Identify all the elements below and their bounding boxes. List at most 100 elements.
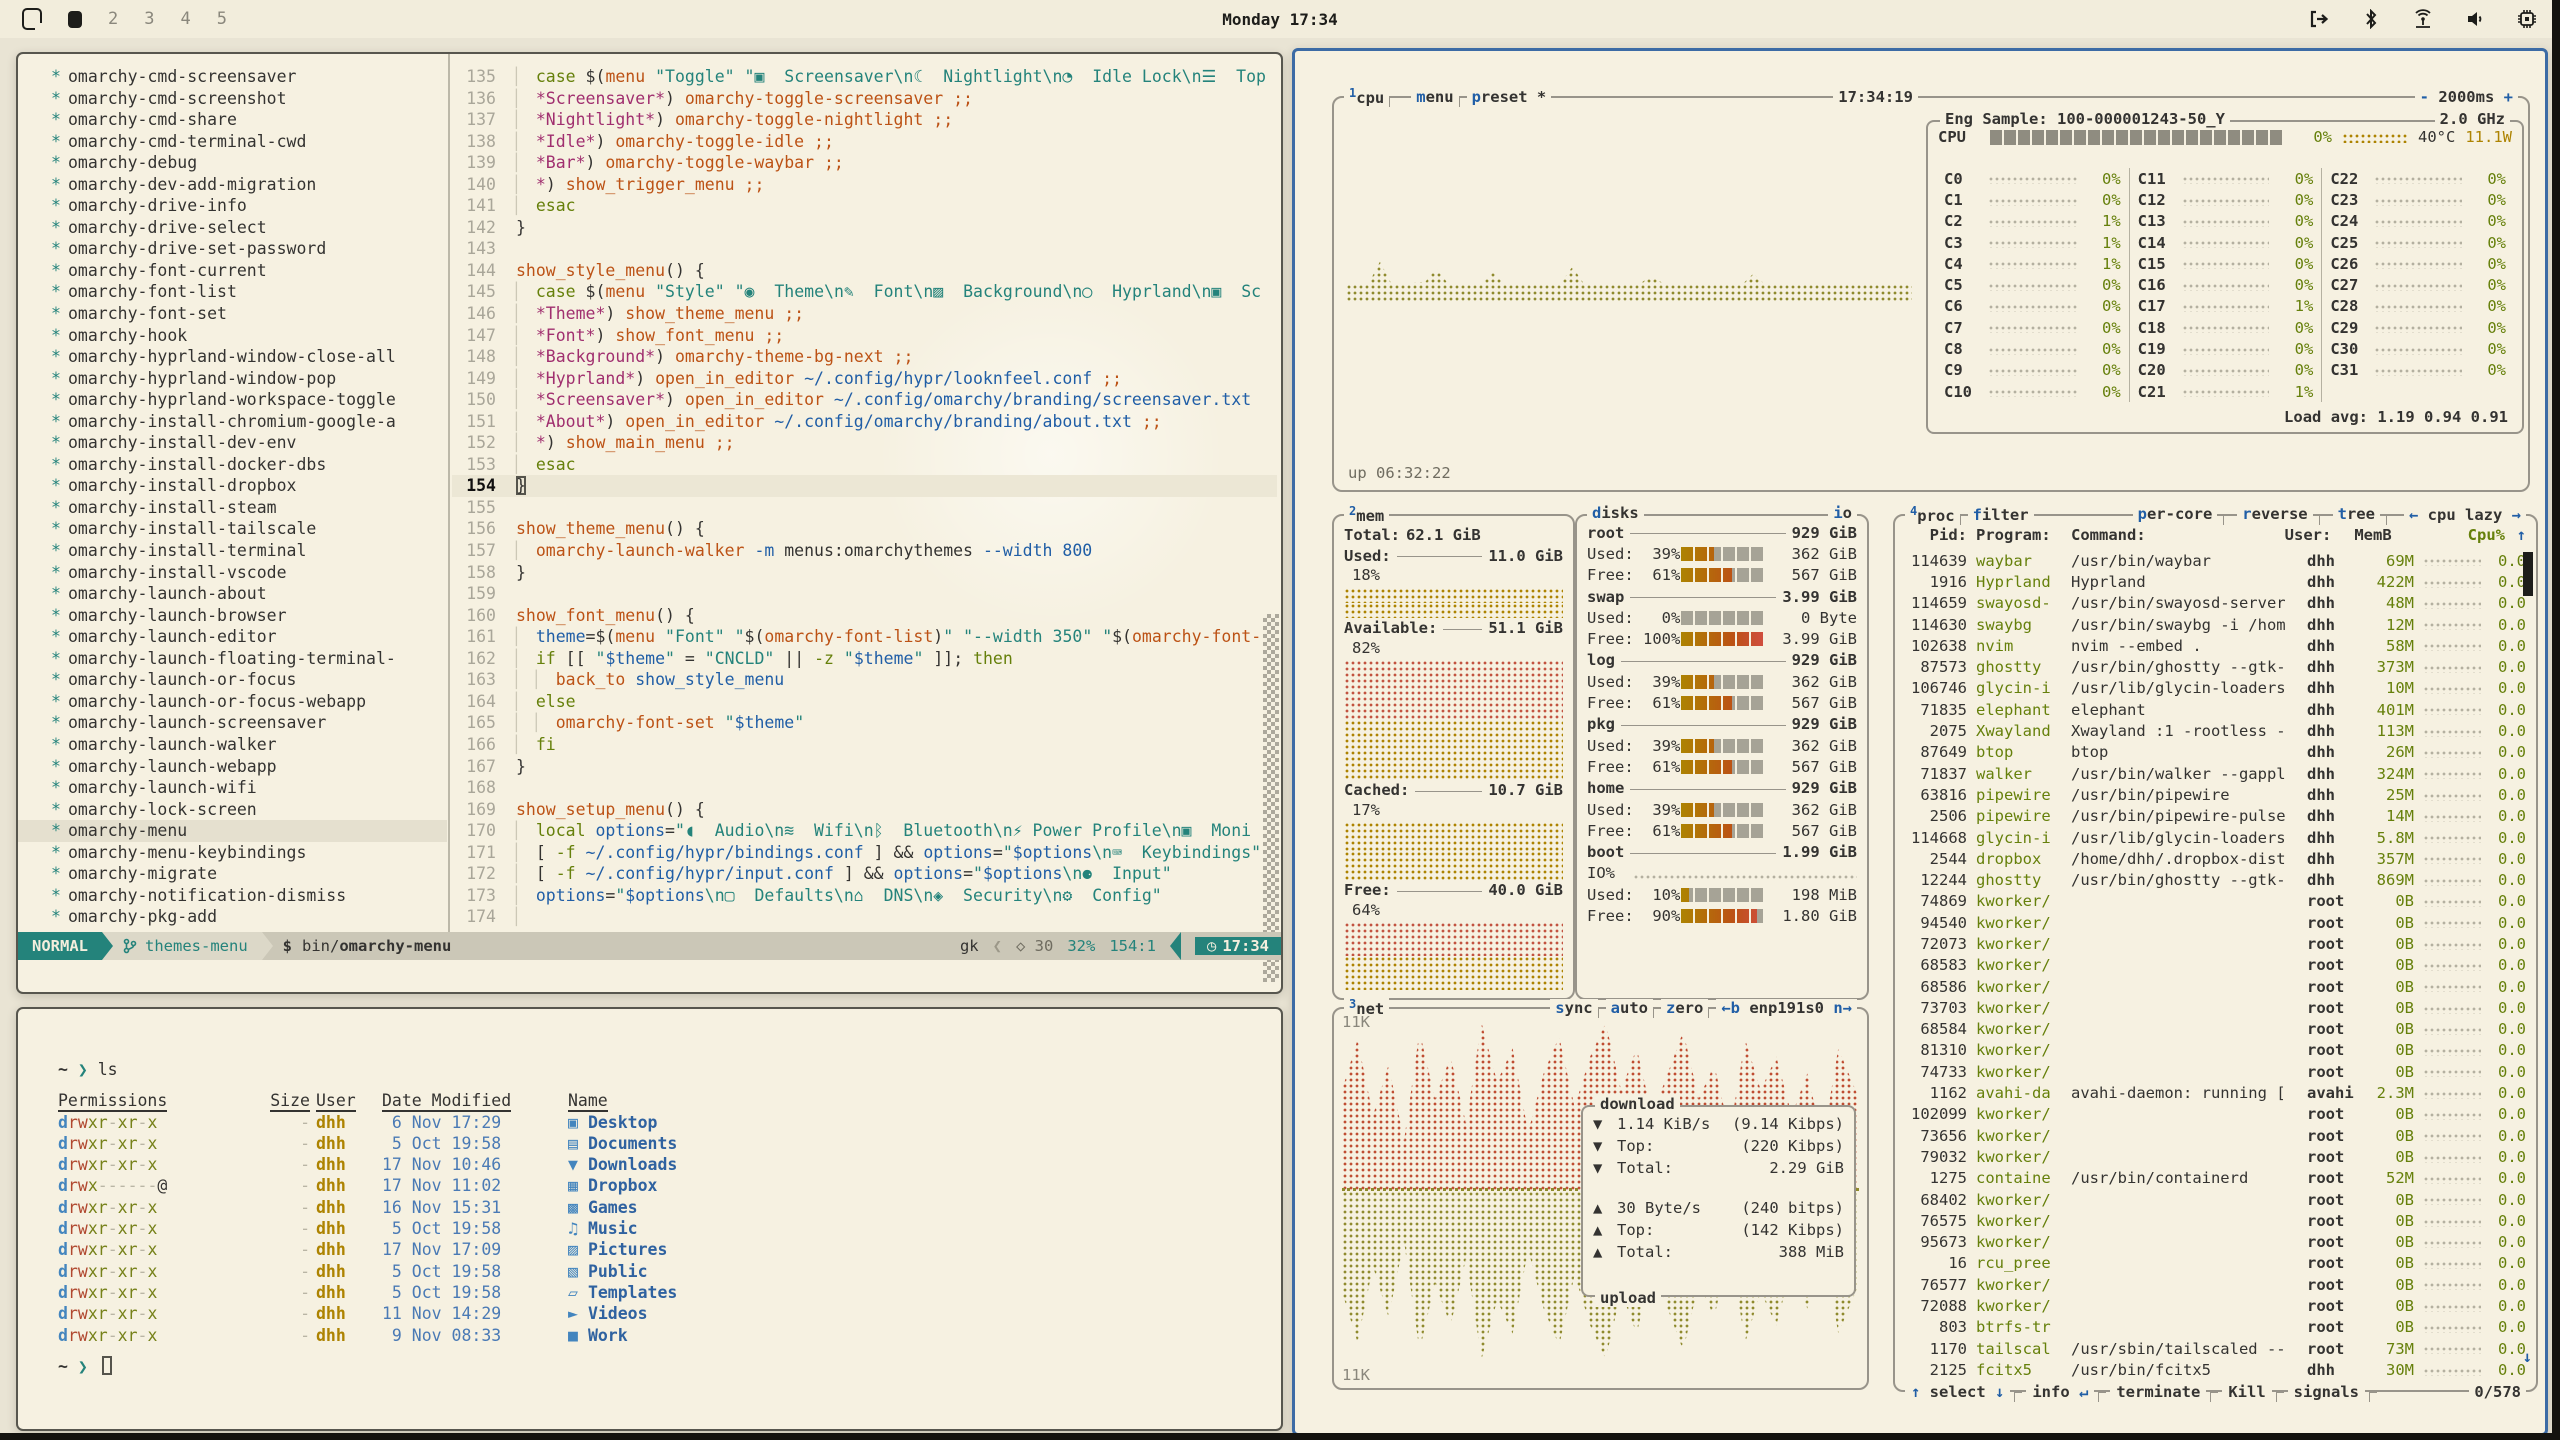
process-row[interactable]: 68584kworker/root0B0.0: [1905, 1019, 2526, 1040]
process-row[interactable]: 94540kworker/root0B0.0: [1905, 912, 2526, 933]
pane-divider[interactable]: [448, 54, 450, 932]
ls-row[interactable]: drwxr-xr-x-dhh17 Nov 10:46▼Downloads: [58, 1154, 1281, 1175]
process-row[interactable]: 114639waybar/usr/bin/waybardhh69M0.0: [1905, 550, 2526, 571]
proc-action-Kill[interactable]: Kill: [2222, 1383, 2271, 1401]
file-list-item[interactable]: *omarchy-install-dev-env: [18, 432, 447, 454]
code-line[interactable]: 166▏ fi: [452, 734, 1277, 756]
file-list-item[interactable]: *omarchy-launch-walker: [18, 734, 447, 756]
code-line[interactable]: 144show_style_menu() {: [452, 260, 1277, 282]
process-row[interactable]: 73703kworker/root0B0.0: [1905, 997, 2526, 1018]
code-line[interactable]: 137▏ *Nightlight*) omarchy-toggle-nightl…: [452, 109, 1277, 131]
code-line[interactable]: 168: [452, 777, 1277, 799]
ls-row[interactable]: drwxr-xr-x-dhh11 Nov 14:29►Videos: [58, 1303, 1281, 1324]
code-line[interactable]: 146▏ *Theme*) show_theme_menu ;;: [452, 303, 1277, 325]
proc-action-terminate[interactable]: terminate: [2110, 1383, 2206, 1401]
ls-row[interactable]: drwxr-xr-x-dhh 5 Oct 19:58▤Documents: [58, 1133, 1281, 1154]
code-line[interactable]: 139▏ *Bar*) omarchy-toggle-waybar ;;: [452, 152, 1277, 174]
proc-tab-reverse[interactable]: reverse: [2237, 505, 2312, 525]
io-tab[interactable]: io: [1828, 504, 1857, 522]
proc-header-cell[interactable]: MemB: [2346, 526, 2392, 547]
proc-action-info[interactable]: info ↵: [2026, 1383, 2094, 1401]
file-list-item[interactable]: *omarchy-drive-select: [18, 217, 447, 239]
bluetooth-icon[interactable]: [2360, 8, 2382, 30]
file-list-item[interactable]: *omarchy-drive-info: [18, 195, 447, 217]
process-row[interactable]: 16rcu_preeroot0B0.0: [1905, 1253, 2526, 1274]
process-row[interactable]: 87573ghostty/usr/bin/ghostty --gtk-dhh37…: [1905, 656, 2526, 677]
code-line[interactable]: 169show_setup_menu() {: [452, 799, 1277, 821]
file-list-item[interactable]: *omarchy-install-docker-dbs: [18, 454, 447, 476]
file-list-item[interactable]: *omarchy-dev-add-migration: [18, 174, 447, 196]
workspace-5[interactable]: 5: [217, 9, 227, 29]
file-list-item[interactable]: *omarchy-cmd-share: [18, 109, 447, 131]
file-list-item[interactable]: *omarchy-hyprland-window-pop: [18, 368, 447, 390]
file-list-item[interactable]: *omarchy-font-set: [18, 303, 447, 325]
code-line[interactable]: 171▏ [ -f ~/.config/hypr/bindings.conf ]…: [452, 842, 1277, 864]
process-row[interactable]: 72073kworker/root0B0.0: [1905, 933, 2526, 954]
process-row[interactable]: 81310kworker/root0B0.0: [1905, 1040, 2526, 1061]
screencast-icon[interactable]: [2308, 8, 2330, 30]
file-list-item[interactable]: *omarchy-notification-dismiss: [18, 885, 447, 907]
filter-button[interactable]: filter: [1968, 506, 2034, 524]
cpu-tab[interactable]: 1cpu: [1344, 86, 1389, 107]
process-row[interactable]: 2125fcitx5/usr/bin/fcitx5dhh30M0.0: [1905, 1359, 2526, 1380]
code-line[interactable]: 170▏ local options="◖ Audio\n≋ Wifi\nᛒ B…: [452, 820, 1277, 842]
code-line[interactable]: 140▏ *) show_trigger_menu ;;: [452, 174, 1277, 196]
code-line[interactable]: 145▏ case $(menu "Style" "◉ Theme\n✎ Fon…: [452, 281, 1277, 303]
code-line[interactable]: 159: [452, 583, 1277, 605]
process-row[interactable]: 76575kworker/root0B0.0: [1905, 1210, 2526, 1231]
file-list-item[interactable]: *omarchy-cmd-screenshot: [18, 88, 447, 110]
preset-button[interactable]: preset *: [1467, 88, 1552, 106]
process-row[interactable]: 106746glycin-i/usr/lib/glycin-loadersdhh…: [1905, 678, 2526, 699]
file-list-item[interactable]: *omarchy-menu-keybindings: [18, 842, 447, 864]
process-row[interactable]: 76577kworker/root0B0.0: [1905, 1274, 2526, 1295]
net-interface[interactable]: ←b enp191s0 n→: [1716, 999, 1857, 1017]
code-line[interactable]: 154}: [452, 475, 1277, 497]
proc-tab-per-core[interactable]: per-core: [2133, 505, 2218, 525]
process-row[interactable]: 803btrfs-trroot0B0.0: [1905, 1317, 2526, 1338]
file-list-item[interactable]: *omarchy-cmd-screensaver: [18, 66, 447, 88]
file-list-item[interactable]: *omarchy-cmd-terminal-cwd: [18, 131, 447, 153]
code-line[interactable]: 161▏ theme=$(menu "Font" "$(omarchy-font…: [452, 626, 1277, 648]
file-list-item[interactable]: *omarchy-install-steam: [18, 497, 447, 519]
code-line[interactable]: 156show_theme_menu() {: [452, 518, 1277, 540]
ls-row[interactable]: drwxr-xr-x-dhh 6 Nov 17:29▣Desktop: [58, 1112, 1281, 1133]
file-list-item[interactable]: *omarchy-launch-floating-terminal-: [18, 648, 447, 670]
ls-row[interactable]: drwx------@-dhh17 Nov 11:02▦Dropbox: [58, 1175, 1281, 1196]
wifi-icon[interactable]: [2412, 8, 2434, 30]
mem-tab[interactable]: 2mem: [1344, 504, 1389, 525]
file-list-item[interactable]: *omarchy-launch-screensaver: [18, 712, 447, 734]
file-list-item[interactable]: *omarchy-install-vscode: [18, 562, 447, 584]
process-row[interactable]: 12244ghostty/usr/bin/ghostty --gtk-dhh86…: [1905, 869, 2526, 890]
code-line[interactable]: 149▏ *Hyprland*) open_in_editor ~/.confi…: [452, 368, 1277, 390]
process-row[interactable]: 114630swaybg/usr/bin/swaybg -i /homdhh12…: [1905, 614, 2526, 635]
proc-action-signals[interactable]: signals: [2288, 1383, 2365, 1401]
file-list-item[interactable]: *omarchy-launch-webapp: [18, 756, 447, 778]
interval-minus[interactable]: -: [2420, 88, 2429, 106]
code-line[interactable]: 150▏ *Screensaver*) open_in_editor ~/.co…: [452, 389, 1277, 411]
interval-plus[interactable]: +: [2504, 88, 2513, 106]
code-line[interactable]: 142}: [452, 217, 1277, 239]
code-line[interactable]: 164▏ else: [452, 691, 1277, 713]
file-list[interactable]: *omarchy-cmd-screensaver*omarchy-cmd-scr…: [18, 66, 447, 932]
code-line[interactable]: 173▏ options="$options\n▢ Defaults\n⌂ DN…: [452, 885, 1277, 907]
process-row[interactable]: 1170tailscal/usr/sbin/tailscaled --root7…: [1905, 1338, 2526, 1359]
net-tab-sync[interactable]: sync: [1550, 999, 1597, 1017]
disks-tab[interactable]: disks: [1587, 504, 1644, 522]
code-line[interactable]: 155: [452, 497, 1277, 519]
proc-sort[interactable]: ← cpu lazy →: [2404, 506, 2526, 524]
process-row[interactable]: 2506pipewire/usr/bin/pipewire-pulsedhh14…: [1905, 806, 2526, 827]
process-row[interactable]: 102099kworker/root0B0.0: [1905, 1104, 2526, 1125]
process-row[interactable]: 114668glycin-i/usr/lib/glycin-loadersdhh…: [1905, 827, 2526, 848]
file-list-item[interactable]: *omarchy-migrate: [18, 863, 447, 885]
proc-header-cell[interactable]: User:: [2285, 526, 2337, 547]
code-line[interactable]: 153▏ esac: [452, 454, 1277, 476]
file-list-item[interactable]: *omarchy-launch-or-focus: [18, 669, 447, 691]
code-editor[interactable]: 135▏ case $(menu "Toggle" "▣ Screensaver…: [452, 66, 1277, 932]
proc-tab-tree[interactable]: tree: [2333, 505, 2380, 525]
proc-action-select[interactable]: ↑ select ↓: [1905, 1383, 2010, 1401]
process-row[interactable]: 2544dropbox/home/dhh/.dropbox-distdhh357…: [1905, 848, 2526, 869]
code-line[interactable]: 152▏ *) show_main_menu ;;: [452, 432, 1277, 454]
code-line[interactable]: 141▏ esac: [452, 195, 1277, 217]
proc-header-cell[interactable]: Pid:: [1905, 526, 1967, 547]
code-line[interactable]: 148▏ *Background*) omarchy-theme-bg-next…: [452, 346, 1277, 368]
